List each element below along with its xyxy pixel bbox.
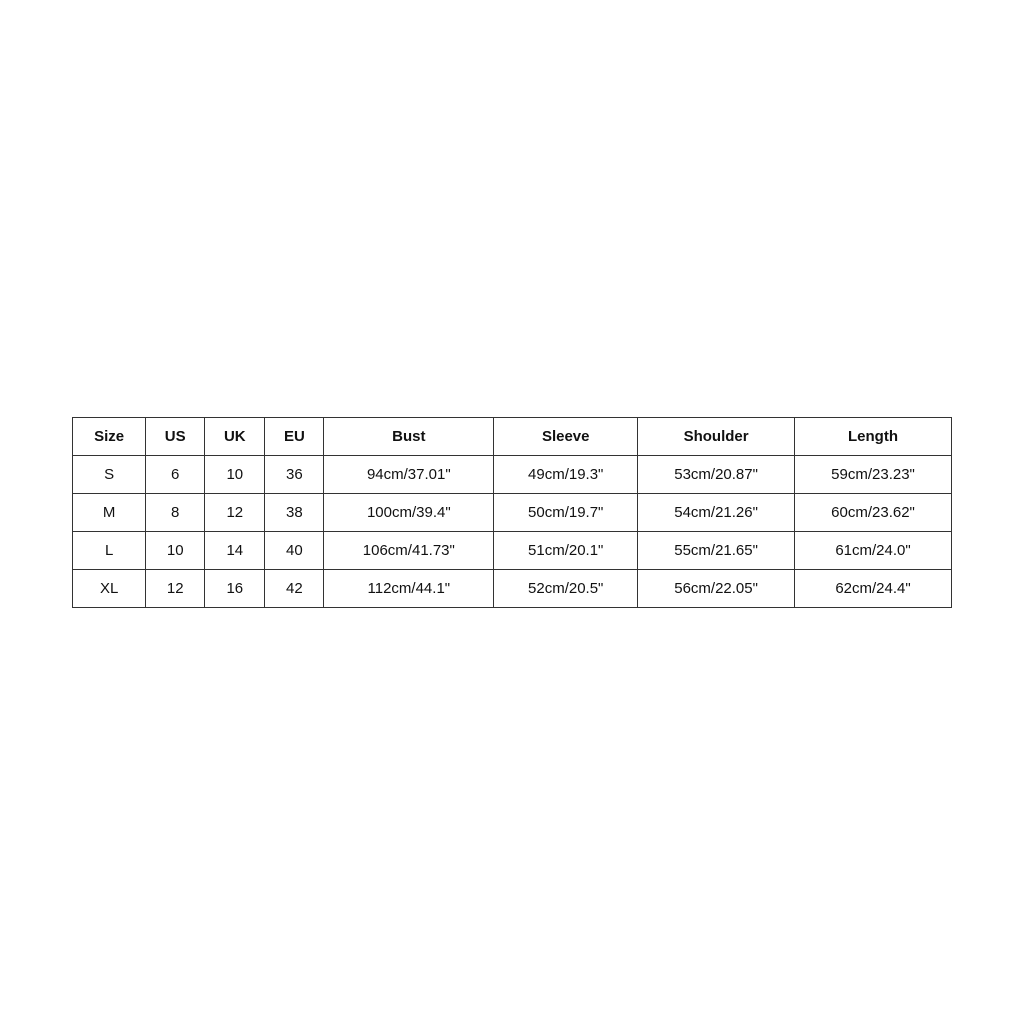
col-header-uk: UK [205, 417, 265, 455]
col-header-length: Length [795, 417, 952, 455]
cell-shoulder: 55cm/21.65" [638, 531, 795, 569]
cell-size: S [73, 455, 146, 493]
cell-sleeve: 52cm/20.5" [494, 569, 638, 607]
cell-uk: 12 [205, 493, 265, 531]
cell-length: 59cm/23.23" [795, 455, 952, 493]
table-row: S6103694cm/37.01"49cm/19.3"53cm/20.87"59… [73, 455, 952, 493]
col-header-sleeve: Sleeve [494, 417, 638, 455]
cell-uk: 16 [205, 569, 265, 607]
cell-uk: 14 [205, 531, 265, 569]
cell-size: XL [73, 569, 146, 607]
cell-bust: 100cm/39.4" [324, 493, 494, 531]
col-header-shoulder: Shoulder [638, 417, 795, 455]
cell-shoulder: 53cm/20.87" [638, 455, 795, 493]
cell-length: 61cm/24.0" [795, 531, 952, 569]
cell-length: 60cm/23.62" [795, 493, 952, 531]
cell-shoulder: 56cm/22.05" [638, 569, 795, 607]
cell-bust: 94cm/37.01" [324, 455, 494, 493]
cell-us: 10 [146, 531, 205, 569]
cell-length: 62cm/24.4" [795, 569, 952, 607]
cell-bust: 112cm/44.1" [324, 569, 494, 607]
cell-us: 6 [146, 455, 205, 493]
table-row: L101440106cm/41.73"51cm/20.1"55cm/21.65"… [73, 531, 952, 569]
cell-sleeve: 51cm/20.1" [494, 531, 638, 569]
cell-eu: 42 [265, 569, 324, 607]
cell-eu: 38 [265, 493, 324, 531]
table-row: XL121642112cm/44.1"52cm/20.5"56cm/22.05"… [73, 569, 952, 607]
col-header-us: US [146, 417, 205, 455]
col-header-eu: EU [265, 417, 324, 455]
col-header-size: Size [73, 417, 146, 455]
cell-size: M [73, 493, 146, 531]
cell-us: 8 [146, 493, 205, 531]
size-chart-table: Size US UK EU Bust Sleeve Shoulder Lengt… [72, 417, 952, 608]
size-chart-container: Size US UK EU Bust Sleeve Shoulder Lengt… [72, 417, 952, 608]
cell-eu: 36 [265, 455, 324, 493]
table-header-row: Size US UK EU Bust Sleeve Shoulder Lengt… [73, 417, 952, 455]
cell-eu: 40 [265, 531, 324, 569]
cell-uk: 10 [205, 455, 265, 493]
cell-size: L [73, 531, 146, 569]
cell-bust: 106cm/41.73" [324, 531, 494, 569]
cell-us: 12 [146, 569, 205, 607]
cell-sleeve: 49cm/19.3" [494, 455, 638, 493]
cell-shoulder: 54cm/21.26" [638, 493, 795, 531]
col-header-bust: Bust [324, 417, 494, 455]
cell-sleeve: 50cm/19.7" [494, 493, 638, 531]
table-row: M81238100cm/39.4"50cm/19.7"54cm/21.26"60… [73, 493, 952, 531]
